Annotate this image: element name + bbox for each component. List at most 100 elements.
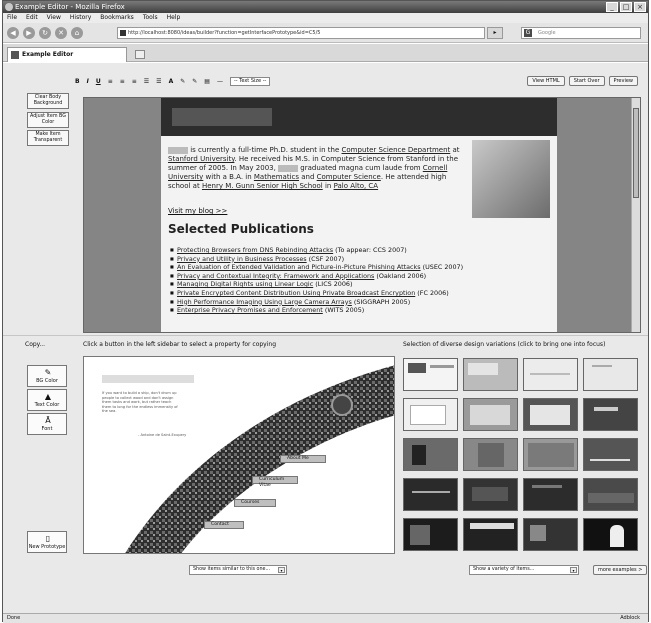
new-prototype-button[interactable]: ▯ New Prototype bbox=[27, 531, 67, 553]
link-stanford[interactable]: Stanford University bbox=[168, 155, 234, 163]
image-icon[interactable]: ▤ bbox=[204, 78, 210, 85]
copy-text-color-button[interactable]: ▲ Text Color bbox=[27, 389, 67, 411]
publication-link[interactable]: Protecting Browsers from DNS Rebinding A… bbox=[177, 246, 333, 254]
publication-link[interactable]: Managing Digital Rights using Linear Log… bbox=[177, 280, 313, 288]
new-tab-icon[interactable] bbox=[135, 50, 145, 59]
design-thumbnail[interactable] bbox=[523, 438, 578, 471]
adblock-status[interactable]: Adblock bbox=[620, 614, 640, 623]
menu-view[interactable]: View bbox=[47, 13, 61, 23]
menu-bookmarks[interactable]: Bookmarks bbox=[100, 13, 134, 23]
align-right-icon[interactable]: ≡ bbox=[132, 78, 137, 85]
design-thumbnail[interactable] bbox=[463, 478, 518, 511]
link-cs-department[interactable]: Computer Science Department bbox=[342, 146, 451, 154]
bio-text: with a B.A. in bbox=[203, 173, 254, 181]
collage-menu-about[interactable]: About Me bbox=[280, 455, 326, 463]
design-thumbnail[interactable] bbox=[583, 358, 638, 391]
status-text: Done bbox=[7, 615, 21, 621]
copy-font-button[interactable]: Ā Font bbox=[27, 413, 67, 435]
design-thumbnail[interactable] bbox=[463, 398, 518, 431]
design-thumbnail[interactable] bbox=[583, 438, 638, 471]
maximize-button[interactable]: □ bbox=[620, 2, 632, 12]
close-button[interactable]: × bbox=[634, 2, 646, 12]
navigation-bar: ◀ ▶ ↻ ✕ ⌂ http://localhost:8080/ideas/bu… bbox=[3, 23, 648, 43]
ordered-list-icon[interactable]: ☰ bbox=[144, 78, 149, 85]
design-thumbnail[interactable] bbox=[583, 518, 638, 551]
design-thumbnail[interactable] bbox=[463, 438, 518, 471]
text-size-select[interactable]: -- Text Size -- bbox=[229, 77, 271, 86]
collage-menu-contact[interactable]: Contact bbox=[204, 521, 244, 529]
clear-body-background-button[interactable]: Clear Body Background bbox=[27, 93, 69, 109]
publication-link[interactable]: An Evaluation of Extended Validation and… bbox=[177, 263, 421, 271]
publication-link[interactable]: Privacy and Utility in Business Processe… bbox=[177, 255, 307, 263]
home-icon[interactable]: ⌂ bbox=[71, 27, 83, 39]
stop-icon[interactable]: ✕ bbox=[55, 27, 67, 39]
unordered-list-icon[interactable]: ☰ bbox=[156, 78, 161, 85]
design-thumbnail[interactable] bbox=[403, 398, 458, 431]
collage-menu-cv[interactable]: Curriculum Vitae bbox=[252, 476, 298, 488]
design-thumbnail[interactable] bbox=[523, 478, 578, 511]
forward-icon[interactable]: ▶ bbox=[23, 27, 35, 39]
menu-history[interactable]: History bbox=[70, 13, 91, 23]
design-thumbnail[interactable] bbox=[463, 518, 518, 551]
url-field[interactable]: http://localhost:8080/ideas/builder?func… bbox=[117, 27, 485, 39]
menu-file[interactable]: File bbox=[7, 13, 17, 23]
redacted-name bbox=[278, 164, 299, 172]
menu-help[interactable]: Help bbox=[167, 13, 181, 23]
link-icon[interactable]: ✎ bbox=[192, 78, 197, 85]
link-gunn-high-school[interactable]: Henry M. Gunn Senior High School bbox=[202, 182, 323, 190]
copy-bg-color-label: BG Color bbox=[36, 378, 58, 384]
variety-items-select[interactable]: Show a variety of items... ▾ bbox=[469, 565, 579, 575]
underline-button[interactable]: U bbox=[96, 78, 101, 85]
link-computer-science[interactable]: Computer Science bbox=[317, 173, 381, 181]
design-thumbnail[interactable] bbox=[403, 478, 458, 511]
design-thumbnail[interactable] bbox=[583, 398, 638, 431]
design-thumbnail[interactable] bbox=[523, 398, 578, 431]
align-left-icon[interactable]: ≡ bbox=[108, 78, 113, 85]
blog-link[interactable]: Visit my blog >> bbox=[168, 207, 227, 215]
reload-icon[interactable]: ↻ bbox=[39, 27, 51, 39]
view-html-button[interactable]: View HTML bbox=[527, 76, 565, 86]
collage-menu-courses[interactable]: Courses bbox=[234, 499, 276, 507]
publication-link[interactable]: Enterprise Privacy Promises and Enforcem… bbox=[177, 306, 323, 314]
publication-link[interactable]: Private Encrypted Content Distribution U… bbox=[177, 289, 415, 297]
search-engine-icon[interactable]: G bbox=[524, 29, 532, 37]
bio-text: at bbox=[450, 146, 460, 154]
tab-example-editor[interactable]: Example Editor bbox=[7, 47, 127, 62]
page-preview[interactable]: is currently a full-time Ph.D. student i… bbox=[83, 97, 641, 333]
focused-design-preview[interactable]: If you want to build a ship, don't drum … bbox=[83, 356, 395, 554]
scrollbar-thumb[interactable] bbox=[633, 108, 639, 198]
make-transparent-button[interactable]: Make Item Transparent bbox=[27, 130, 69, 146]
highlight-icon[interactable]: ✎ bbox=[180, 78, 185, 85]
horizontal-rule-icon[interactable]: — bbox=[217, 78, 223, 85]
design-thumbnail[interactable] bbox=[523, 518, 578, 551]
firefox-icon bbox=[5, 3, 13, 11]
design-thumbnail[interactable] bbox=[463, 358, 518, 391]
copy-bg-color-button[interactable]: ✎ BG Color bbox=[27, 365, 67, 387]
align-center-icon[interactable]: ≡ bbox=[120, 78, 125, 85]
design-thumbnail[interactable] bbox=[403, 358, 458, 391]
start-over-button[interactable]: Start Over bbox=[568, 76, 605, 86]
search-input[interactable]: G Google bbox=[521, 27, 641, 39]
preview-button[interactable]: Preview bbox=[608, 76, 638, 86]
minimize-button[interactable]: _ bbox=[606, 2, 618, 12]
publication-link[interactable]: Privacy and Contextual Integrity: Framew… bbox=[177, 272, 374, 280]
menu-tools[interactable]: Tools bbox=[143, 13, 158, 23]
back-icon[interactable]: ◀ bbox=[7, 27, 19, 39]
text-color-icon[interactable]: A bbox=[169, 78, 174, 85]
link-mathematics[interactable]: Mathematics bbox=[254, 173, 299, 181]
bold-button[interactable]: B bbox=[75, 78, 80, 85]
copy-text-color-label: Text Color bbox=[34, 402, 60, 408]
similar-items-select[interactable]: Show items similar to this one... ▾ bbox=[189, 565, 287, 575]
publication-link[interactable]: High Performance Imaging Using Large Cam… bbox=[177, 298, 352, 306]
go-icon[interactable]: ▸ bbox=[487, 27, 503, 39]
design-thumbnail[interactable] bbox=[403, 438, 458, 471]
italic-button[interactable]: I bbox=[87, 78, 89, 85]
link-palo-alto[interactable]: Palo Alto, CA bbox=[334, 182, 379, 190]
design-thumbnail[interactable] bbox=[583, 478, 638, 511]
design-thumbnail[interactable] bbox=[523, 358, 578, 391]
preview-scrollbar[interactable] bbox=[631, 98, 640, 332]
design-thumbnail[interactable] bbox=[403, 518, 458, 551]
menu-edit[interactable]: Edit bbox=[26, 13, 38, 23]
more-examples-button[interactable]: more examples > bbox=[593, 565, 648, 575]
adjust-item-bg-button[interactable]: Adjust Item BG Color bbox=[27, 112, 69, 128]
